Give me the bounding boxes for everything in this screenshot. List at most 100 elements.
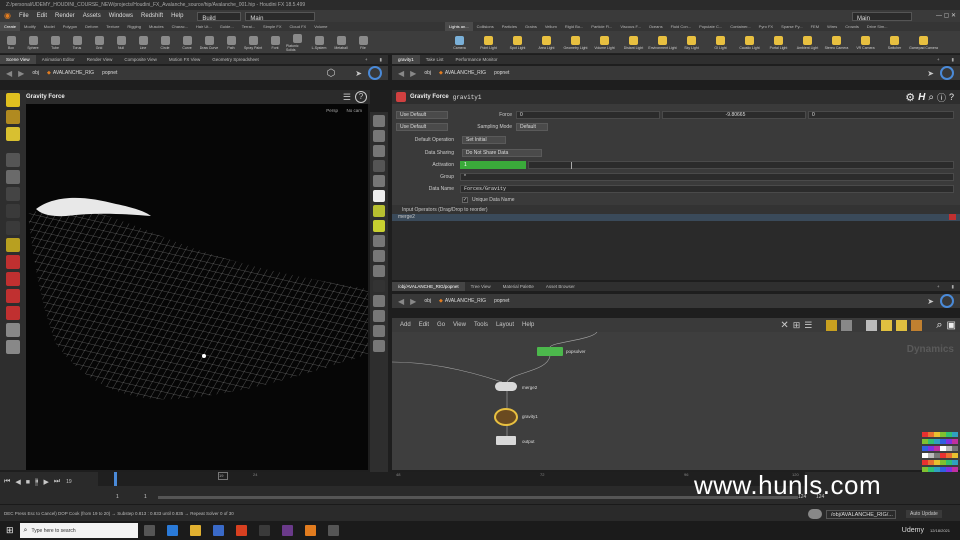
shelf-tab[interactable]: Deform (81, 22, 102, 31)
ghost-icon[interactable] (373, 175, 385, 187)
shelf-tool[interactable]: Spot Light (503, 34, 532, 50)
input-ops-list[interactable]: merge2 (392, 214, 960, 280)
menu-render[interactable]: Render (51, 10, 79, 22)
link-icon[interactable] (940, 66, 954, 80)
palette-swatch[interactable] (952, 446, 958, 451)
menu-edit[interactable]: Edit (33, 10, 51, 22)
pin-icon[interactable]: ➤ (927, 69, 934, 78)
activation-field[interactable]: 1 (460, 161, 526, 169)
gear-icon[interactable]: ⚙ (905, 91, 915, 104)
shelf-tool[interactable]: Font (264, 34, 286, 50)
light-icon[interactable] (373, 205, 385, 217)
path-rig[interactable]: AVALANCHE_RIG (445, 298, 486, 304)
window-controls[interactable]: — ▢ ✕ (932, 10, 960, 22)
path-popnet[interactable]: popnet (494, 298, 509, 304)
shelf-tab[interactable]: Pyro FX (755, 22, 777, 31)
shelf-tool[interactable]: Area Light (532, 34, 561, 50)
pane-tab[interactable]: Render View (81, 55, 119, 64)
search-icon[interactable]: ⌕ (936, 319, 942, 332)
shelf-tab[interactable]: Grains (521, 22, 541, 31)
taskbar-search[interactable]: ⌕ Type here to search (19, 523, 138, 538)
tool-b-icon[interactable] (373, 265, 385, 277)
app2-icon[interactable] (281, 525, 293, 536)
shelf-tab[interactable]: Guide... (216, 22, 238, 31)
back-arrow-icon[interactable]: ◀ (398, 297, 404, 306)
net-menu-tools[interactable]: Tools (474, 322, 488, 328)
pane-tab[interactable]: Geometry Spreadsheet (206, 55, 265, 64)
pane-tab[interactable]: Composite View (118, 55, 162, 64)
start-frame[interactable]: 1 (116, 494, 119, 500)
pane-tab[interactable]: Animation Editor (36, 55, 81, 64)
shelf-tab[interactable]: Crowds (841, 22, 863, 31)
last-frame-icon[interactable]: ⏭ (54, 478, 60, 486)
path-rig[interactable]: AVALANCHE_RIG (445, 70, 486, 76)
shelf-tab[interactable]: Volume (310, 22, 331, 31)
shelf-tool[interactable]: Portal Light (764, 34, 793, 50)
note-icon[interactable] (896, 319, 908, 331)
use-default-menu[interactable]: Use Default (396, 111, 448, 119)
gravity-node[interactable] (494, 408, 518, 426)
shelf-tool[interactable]: Metaball (330, 34, 352, 50)
add-tab-icon[interactable]: + (931, 282, 946, 291)
path-popnet[interactable]: popnet (494, 70, 509, 76)
box-icon[interactable] (911, 319, 923, 331)
shelf-tab[interactable]: Charac... (168, 22, 192, 31)
output-node[interactable] (496, 436, 516, 445)
node-name-field[interactable]: gravity1 (453, 94, 482, 101)
shelf-tab[interactable]: Vellum (541, 22, 561, 31)
rotate-icon[interactable] (6, 221, 20, 235)
hda-icon[interactable]: H (918, 92, 925, 103)
desktop-combo[interactable]: Build (197, 11, 242, 22)
palette-swatch[interactable] (952, 439, 958, 444)
shelf-tool[interactable]: Line (132, 34, 154, 50)
play-icon[interactable]: ▶ (43, 478, 48, 486)
image-icon[interactable] (866, 319, 878, 331)
forward-arrow-icon[interactable]: ▶ (18, 69, 24, 78)
list-icon[interactable]: ☰ (804, 320, 812, 331)
path-rig[interactable]: AVALANCHE_RIG (53, 70, 94, 76)
shelf-tab[interactable]: Lights an... (445, 22, 473, 31)
wrench-icon[interactable]: ✕ (780, 320, 788, 331)
shelf-tool[interactable]: Volume Light (590, 34, 619, 50)
shelf-tab[interactable]: Create (0, 22, 21, 31)
shelf-tool[interactable]: Caustic Light (735, 34, 764, 50)
geometry-icon[interactable] (373, 130, 385, 142)
sticky-note-icon[interactable] (881, 319, 893, 331)
scale-icon[interactable] (6, 204, 20, 218)
auto-update-button[interactable]: Auto Update (906, 510, 942, 518)
color-palette[interactable] (922, 432, 958, 474)
data-sharing-menu[interactable]: Do Not Share Data (462, 149, 542, 157)
net-menu-go[interactable]: Go (437, 322, 445, 328)
pose-icon[interactable] (6, 187, 20, 201)
start-frame-2[interactable]: 1 (144, 494, 147, 500)
stop-icon[interactable]: ■ (26, 479, 30, 486)
task-view-icon[interactable] (143, 525, 155, 536)
shelf-tool[interactable]: Torus (66, 34, 88, 50)
palette-swatch[interactable] (952, 460, 958, 465)
wireframe-icon[interactable] (373, 190, 385, 202)
viewport-opt-icon[interactable] (373, 115, 385, 127)
shelf-tab[interactable]: Particles (498, 22, 521, 31)
shelf-tab[interactable]: Rigging (123, 22, 145, 31)
pane-tab[interactable]: Scene View (0, 55, 36, 64)
shelf-tool[interactable]: Null (110, 34, 132, 50)
grid-color-icon[interactable] (826, 319, 838, 331)
tool-a-icon[interactable] (373, 250, 385, 262)
path-obj[interactable]: obj (424, 298, 431, 304)
shelf-tab[interactable]: Texture (102, 22, 123, 31)
shelf-tab[interactable]: Terrai... (238, 22, 259, 31)
frame-field[interactable]: 19 (66, 479, 80, 485)
shelf-tool[interactable]: File (352, 34, 374, 50)
shelf-tool[interactable]: Sphere (22, 34, 44, 50)
camera-icon[interactable] (6, 323, 20, 337)
network-editor[interactable]: Dynamics popsolver merge2 gravity1 outpu… (392, 332, 960, 472)
add-tab-icon[interactable]: + (359, 55, 374, 64)
pane-tab[interactable]: Take List (420, 55, 450, 64)
net-menu-layout[interactable]: Layout (496, 322, 514, 328)
palette-swatch[interactable] (952, 432, 958, 437)
shelf-tab[interactable]: Wires (823, 22, 841, 31)
flipbook-icon[interactable] (6, 340, 20, 354)
shelf-tool[interactable]: Curve (176, 34, 198, 50)
list-item[interactable]: merge2 (392, 214, 960, 221)
shelf-tool[interactable]: Path (220, 34, 242, 50)
